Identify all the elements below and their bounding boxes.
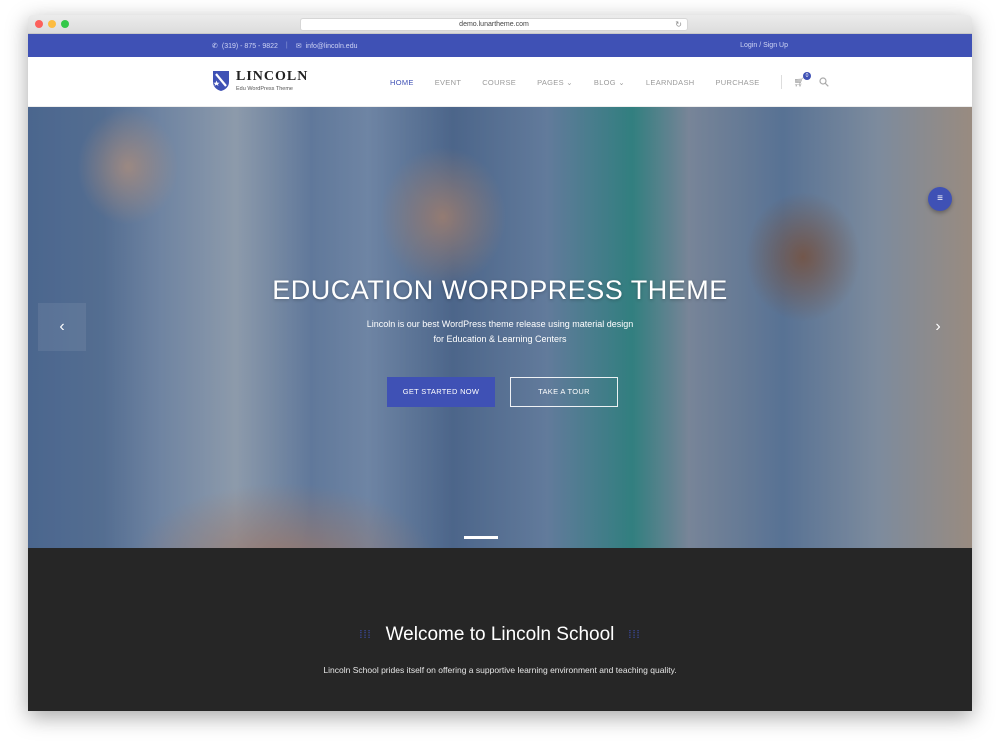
email-info: ✉ info@lincoln.edu	[296, 42, 358, 50]
nav-item-pages[interactable]: PAGES ⌄	[537, 78, 573, 87]
nav-item-blog[interactable]: BLOG ⌄	[594, 78, 625, 87]
nav-divider	[780, 75, 782, 89]
mail-icon: ✉	[295, 42, 302, 50]
site-header: LINCOLN Edu WordPress Theme HOME EVENT C…	[28, 57, 972, 107]
nav-item-home[interactable]: HOME	[390, 78, 414, 87]
slider-dot-1[interactable]	[464, 536, 498, 539]
hero-title: EDUCATION WORDPRESS THEME	[272, 275, 728, 305]
address-bar[interactable]: demo.lunartheme.com ↻	[300, 18, 688, 31]
nav-item-purchase[interactable]: PURCHASE	[715, 78, 759, 87]
welcome-text: Lincoln School prides itself on offering…	[323, 665, 677, 675]
welcome-title: Welcome to Lincoln School	[385, 624, 615, 645]
site-logo[interactable]: LINCOLN Edu WordPress Theme	[212, 69, 308, 92]
phone-info: ✆ (319) - 875 - 9822	[212, 42, 278, 50]
menu-icon: ≡	[937, 193, 943, 204]
get-started-button[interactable]: GET STARTED NOW	[387, 377, 495, 407]
menu-fab-button[interactable]: ≡	[928, 187, 952, 211]
dots-decoration-icon: ⁞⁞⁞	[628, 629, 641, 641]
nav-item-course[interactable]: COURSE	[482, 78, 516, 87]
phone-number: (319) - 875 - 9822	[221, 42, 278, 50]
logo-subtitle: Edu WordPress Theme	[236, 86, 293, 92]
contact-info: ✆ (319) - 875 - 9822 | ✉ info@lincoln.edu	[212, 34, 358, 57]
browser-window: demo.lunartheme.com ↻ ✆ (319) - 875 - 982…	[28, 15, 972, 711]
email-link[interactable]: info@lincoln.edu	[306, 43, 358, 50]
logo-title: LINCOLN	[236, 69, 309, 84]
welcome-heading: ⁞⁞⁞ Welcome to Lincoln School ⁞⁞⁞	[28, 624, 972, 646]
hero-slider: ≡ ‹ › EDUCATION WORDPRESS THEME Lincoln …	[28, 107, 972, 548]
chevron-down-icon: ⌄	[566, 77, 573, 87]
dots-decoration-icon: ⁞⁞⁞	[359, 629, 372, 641]
nav-item-learndash[interactable]: LEARNDASH	[646, 78, 695, 87]
take-a-tour-button[interactable]: TAKE A TOUR	[510, 377, 618, 407]
search-icon[interactable]	[819, 77, 829, 87]
top-info-bar: ✆ (319) - 875 - 9822 | ✉ info@lincoln.edu …	[28, 34, 972, 57]
cart-count-badge: 0	[802, 71, 811, 80]
phone-icon: ✆	[212, 42, 218, 50]
slider-pagination	[464, 536, 498, 539]
hero-subtitle-line-1: Lincoln is our best WordPress theme rele…	[366, 319, 634, 329]
hero-subtitle: Lincoln is our best WordPress theme rele…	[28, 317, 972, 347]
shield-logo-icon	[213, 70, 229, 91]
window-controls	[35, 20, 69, 28]
auth-links: Login / Sign Up	[740, 34, 788, 57]
address-bar-url: demo.lunartheme.com	[459, 21, 529, 28]
nav-item-event[interactable]: EVENT	[435, 78, 462, 87]
nav-item-pages-label: PAGES	[537, 77, 564, 87]
logo-text: LINCOLN Edu WordPress Theme	[236, 69, 308, 92]
main-nav: HOME EVENT COURSE PAGES ⌄ BLOG ⌄ LEARNDA…	[390, 57, 829, 107]
browser-chrome: demo.lunartheme.com ↻	[28, 15, 972, 34]
minimize-window-button[interactable]	[48, 20, 56, 28]
hero-subtitle-line-2: for Education & Learning Centers	[433, 334, 567, 344]
close-window-button[interactable]	[35, 20, 43, 28]
reload-icon[interactable]: ↻	[675, 19, 682, 31]
maximize-window-button[interactable]	[61, 20, 69, 28]
nav-item-blog-label: BLOG	[593, 77, 616, 87]
separator: |	[285, 42, 288, 49]
login-signup-link[interactable]: Login / Sign Up	[740, 42, 788, 49]
chevron-down-icon: ⌄	[618, 77, 625, 87]
cart-button[interactable]: 🛒︎ 0	[794, 71, 811, 88]
welcome-section: ⁞⁞⁞ Welcome to Lincoln School ⁞⁞⁞ Lincol…	[28, 548, 972, 711]
